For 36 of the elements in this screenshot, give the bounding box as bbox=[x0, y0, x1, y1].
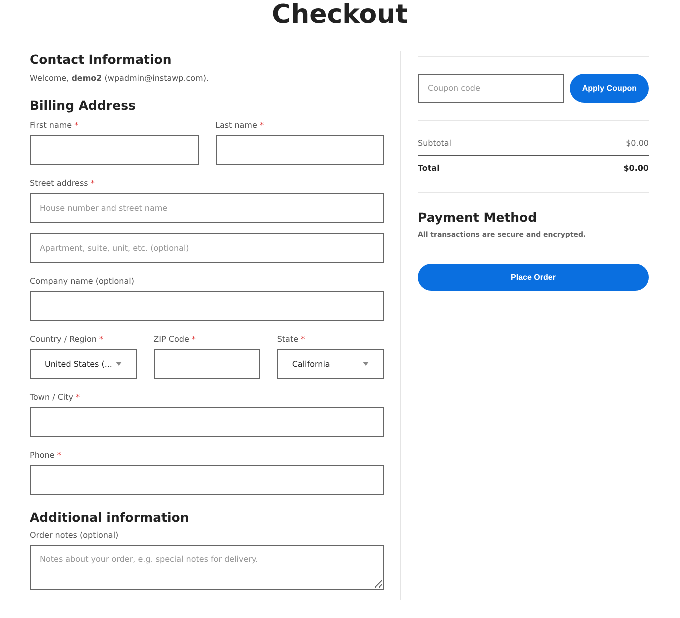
section-heading: Payment Method bbox=[418, 209, 538, 227]
field-label: ZIP Code * bbox=[154, 334, 197, 345]
field-label: Phone * bbox=[30, 450, 62, 461]
field-label: Town / City * bbox=[30, 392, 82, 403]
field-label: Street address * bbox=[30, 178, 96, 189]
section-heading: Billing Address bbox=[30, 97, 137, 115]
input-field[interactable]: House number and street name bbox=[30, 193, 384, 223]
notes-field[interactable]: Notes about your order, e.g. special notes for delivery. bbox=[30, 545, 384, 590]
apply-coupon-button[interactable]: Apply Coupon bbox=[570, 74, 649, 103]
place-order-button[interactable]: Place Order bbox=[418, 264, 649, 291]
input-field[interactable] bbox=[30, 407, 384, 437]
dropdown[interactable]: United States (... bbox=[30, 349, 137, 379]
field-label: Company name (optional) bbox=[30, 276, 136, 287]
line-amount: $0.00 bbox=[626, 139, 649, 148]
section-heading: Contact Information bbox=[30, 51, 173, 69]
field-label: State * bbox=[277, 334, 306, 345]
input-field[interactable] bbox=[30, 135, 198, 165]
coupon-field[interactable]: Coupon code bbox=[418, 74, 564, 103]
line-label: Subtotal bbox=[418, 139, 452, 148]
input-field[interactable] bbox=[30, 291, 384, 321]
caret-icon bbox=[116, 362, 122, 366]
line-label: Total bbox=[418, 164, 440, 173]
field-label: Order notes (optional) bbox=[30, 530, 120, 541]
field-label: Last name * bbox=[216, 120, 265, 131]
page-title: Checkout bbox=[270, 0, 410, 30]
field-label: First name * bbox=[30, 120, 80, 131]
section-heading: Additional information bbox=[30, 509, 190, 527]
line-amount: $0.00 bbox=[624, 164, 649, 173]
welcome-text: Welcome, demo2 (wpadmin@instawp.com). bbox=[30, 73, 210, 85]
input-field[interactable] bbox=[216, 135, 384, 165]
input-field[interactable] bbox=[154, 349, 260, 379]
input-field[interactable] bbox=[30, 465, 384, 495]
dropdown[interactable]: California bbox=[277, 349, 384, 379]
input-field[interactable]: Apartment, suite, unit, etc. (optional) bbox=[30, 233, 384, 263]
field-label: Country / Region * bbox=[30, 334, 104, 345]
caret-icon bbox=[363, 362, 370, 366]
